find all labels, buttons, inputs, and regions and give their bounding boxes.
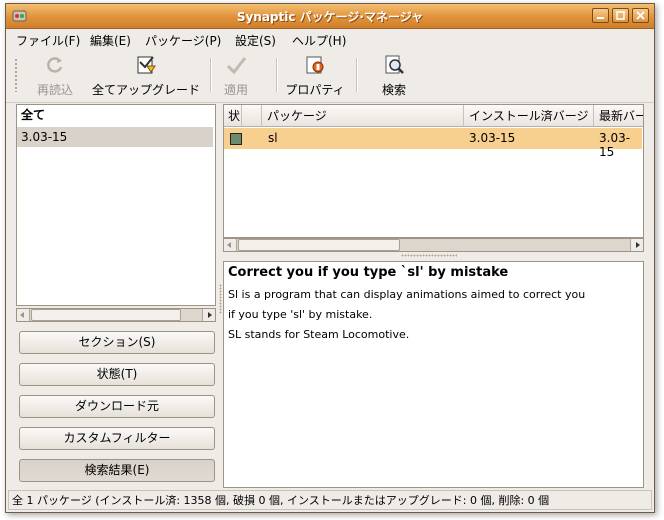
custom-filter-button[interactable]: カスタムフィルター	[19, 427, 215, 450]
description-panel: Correct you if you type `sl' by mistake …	[223, 261, 644, 488]
description-title: Correct you if you type `sl' by mistake	[228, 265, 509, 280]
filter-item[interactable]: 3.03-15	[17, 127, 213, 147]
search-results-button[interactable]: 検索結果(E)	[19, 459, 215, 482]
maximize-button[interactable]	[612, 8, 629, 23]
search-button[interactable]: 検索	[370, 52, 418, 98]
title-bar[interactable]: Synaptic パッケージ·マネージャ	[6, 4, 654, 29]
properties-label: プロパティ	[285, 83, 345, 97]
menu-settings[interactable]: 設定(S)	[235, 32, 276, 49]
filter-list[interactable]: 全て 3.03-15	[16, 104, 216, 306]
description-line: if you type 'sl' by mistake.	[228, 308, 373, 321]
minimize-icon	[597, 17, 604, 19]
menu-bar: ファイル(F) 編集(E) パッケージ(P) 設定(S) ヘルプ(H)	[6, 29, 654, 49]
package-latest-version: 3.03-15	[599, 131, 631, 159]
minimize-button[interactable]	[592, 8, 609, 23]
upgrade-all-label: 全てアップグレード	[91, 83, 200, 97]
reload-button[interactable]: 再読込	[30, 52, 80, 98]
scroll-left-arrow[interactable]	[17, 309, 30, 321]
column-latest-version[interactable]: 最新バー	[594, 105, 643, 127]
scroll-thumb[interactable]	[31, 309, 181, 321]
toolbar-separator	[276, 58, 278, 92]
toolbar-grip[interactable]	[14, 58, 18, 92]
package-hscrollbar[interactable]	[223, 238, 644, 252]
close-icon	[636, 11, 645, 20]
reload-icon	[47, 57, 63, 73]
toolbar-separator	[356, 58, 358, 92]
column-status[interactable]: 状	[224, 105, 242, 127]
column-package[interactable]: パッケージ	[262, 105, 464, 127]
scroll-right-arrow[interactable]	[202, 309, 215, 321]
menu-edit[interactable]: 編集(E)	[90, 32, 131, 49]
menu-package[interactable]: パッケージ(P)	[145, 32, 221, 49]
properties-button[interactable]: プロパティ	[282, 52, 348, 98]
column-installed-version[interactable]: インストール済バージ	[464, 105, 594, 127]
menu-help[interactable]: ヘルプ(H)	[292, 32, 346, 49]
package-row[interactable]: sl 3.03-15 3.03-15	[224, 128, 642, 159]
package-status-checkbox[interactable]	[230, 133, 242, 145]
description-line: SL stands for Steam Locomotive.	[228, 328, 410, 341]
search-icon	[385, 55, 404, 74]
search-label: 検索	[381, 83, 406, 97]
upgrade-all-button[interactable]: 全てアップグレード	[90, 52, 202, 98]
menu-file[interactable]: ファイル(F)	[16, 32, 80, 49]
app-window: Synaptic パッケージ·マネージャ ファイル(F) 編集(E) パッケージ…	[5, 3, 655, 513]
origin-button[interactable]: ダウンロード元	[19, 395, 215, 418]
close-button[interactable]	[632, 8, 649, 23]
maximize-icon	[616, 11, 625, 20]
scroll-left-arrow[interactable]	[224, 239, 237, 251]
package-name: sl	[268, 131, 278, 145]
window-title: Synaptic パッケージ·マネージャ	[236, 10, 424, 24]
properties-icon	[306, 56, 324, 74]
description-line: Sl is a program that can display animati…	[228, 288, 586, 301]
toolbar: 再読込 全てアップグレード 適用 プロパティ 検索	[6, 50, 654, 103]
column-support[interactable]	[242, 105, 262, 127]
scroll-thumb[interactable]	[238, 239, 400, 251]
package-installed-version: 3.03-15	[469, 131, 516, 145]
scroll-right-arrow[interactable]	[630, 239, 643, 251]
pane-divider-handle[interactable]	[219, 284, 222, 314]
filter-header: 全て	[21, 108, 46, 122]
reload-label: 再読込	[36, 83, 73, 97]
status-button[interactable]: 状態(T)	[19, 363, 215, 386]
upgrade-all-icon	[137, 56, 156, 74]
apply-check-icon	[226, 57, 247, 75]
package-list[interactable]: 状 パッケージ インストール済バージ 最新バー sl 3.03-15 3.03-…	[223, 104, 644, 238]
apply-label: 適用	[223, 83, 248, 97]
toolbar-separator	[210, 58, 212, 92]
pane-divider-handle[interactable]	[401, 254, 457, 257]
apply-button[interactable]: 適用	[216, 52, 256, 98]
status-bar: 全 1 パッケージ (インストール済: 1358 個, 破損 0 個, インスト…	[8, 490, 652, 510]
filter-hscrollbar[interactable]	[16, 308, 216, 322]
section-button[interactable]: セクション(S)	[19, 331, 215, 354]
